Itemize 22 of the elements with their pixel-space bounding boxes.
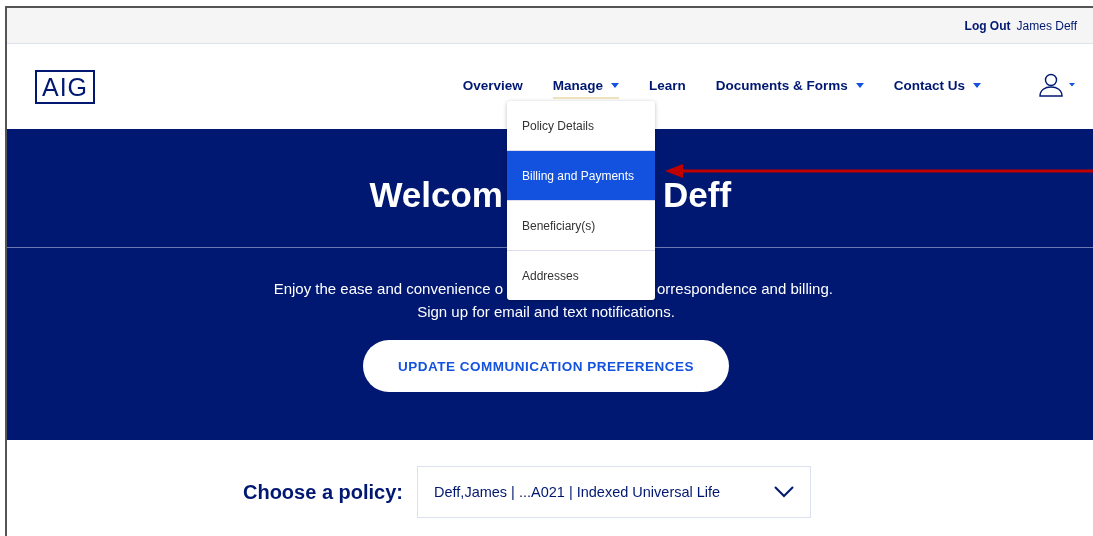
nav-item[interactable]: Learn [648, 74, 686, 97]
update-preferences-button[interactable]: UPDATE COMMUNICATION PREFERENCES [363, 340, 729, 392]
intro-text: orrespondence and billing. [657, 280, 833, 297]
caret-icon [973, 83, 981, 88]
nav-item[interactable]: Overview [462, 74, 523, 97]
welcome-heading: Deff [662, 174, 732, 215]
policy-select[interactable]: Deff,James | ...A021 | Indexed Universal Life [417, 466, 811, 518]
welcome-heading: Welcom [369, 174, 503, 215]
menu-item[interactable]: Billing and Payments [507, 150, 655, 200]
log-out-link[interactable]: Log Out [964, 18, 1011, 33]
nav-item[interactable]: Manage [552, 74, 619, 99]
logo[interactable]: AIG [35, 69, 96, 104]
nav-item[interactable]: Contact Us [893, 74, 981, 97]
intro-text: Sign up for email and text notifications. [416, 303, 676, 320]
policy-label: Choose a policy: [243, 480, 403, 504]
chevron-down-icon [774, 486, 794, 498]
nav-item[interactable]: Documents & Forms [715, 74, 864, 97]
caret-icon [610, 83, 619, 88]
user-name: James Deff [1016, 18, 1077, 33]
menu-item[interactable]: Policy Details [507, 101, 655, 150]
caret-icon [855, 83, 864, 88]
intro-text: Enjoy the ease and convenience o [273, 280, 503, 297]
